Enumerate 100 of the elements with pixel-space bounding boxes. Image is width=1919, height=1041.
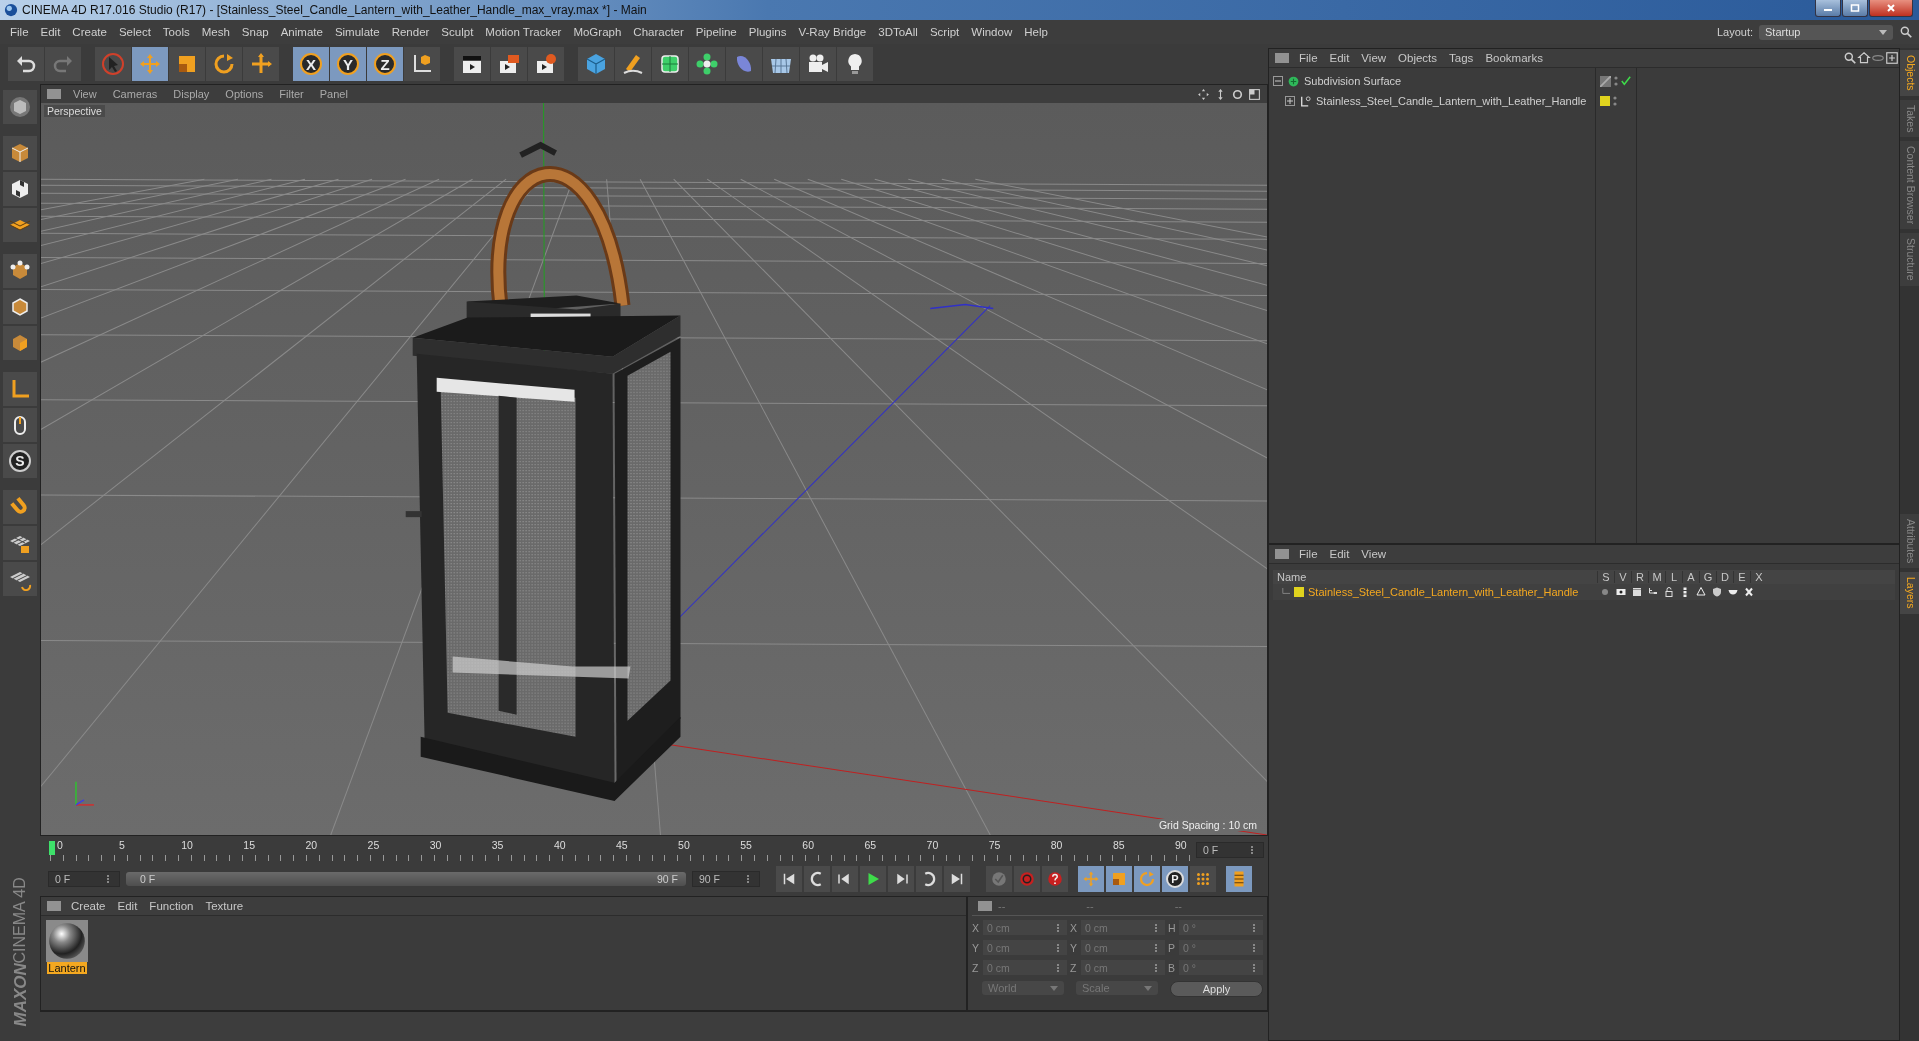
tree-expander[interactable]: [1273, 76, 1283, 86]
orbit-icon[interactable]: [1231, 87, 1244, 101]
viewport-menu-item[interactable]: Cameras: [108, 88, 168, 100]
toolbar-button[interactable]: [454, 47, 490, 81]
column-header[interactable]: D: [1716, 571, 1733, 583]
viewport-menu-item[interactable]: Display: [169, 88, 220, 100]
menu-item[interactable]: Pipeline: [689, 24, 743, 40]
snap-button[interactable]: S: [3, 444, 37, 478]
menu-item[interactable]: Create: [66, 24, 113, 40]
side-tab[interactable]: Layers: [1900, 572, 1919, 614]
panel-grip-handle[interactable]: [1275, 53, 1289, 63]
menu-item[interactable]: Window: [965, 24, 1019, 40]
timeline-ruler[interactable]: 0 5 10 15 20 25 30 35 40 45 50 55 60 65 70 75 80 85 90: [50, 839, 1190, 861]
layer-menu-item[interactable]: File: [1295, 548, 1326, 560]
menu-item[interactable]: Render: [385, 24, 436, 40]
eye-icon[interactable]: [1615, 586, 1627, 598]
object-menu-item[interactable]: Objects: [1394, 52, 1446, 64]
minimize-button[interactable]: [1815, 0, 1841, 17]
shield-icon[interactable]: [1711, 586, 1723, 598]
maximize-view-icon[interactable]: [1248, 87, 1261, 101]
menu-item[interactable]: Character: [627, 24, 690, 40]
current-frame-field[interactable]: 0 F: [1196, 842, 1264, 858]
apply-button[interactable]: Apply: [1170, 981, 1263, 997]
toolbar-button[interactable]: [689, 47, 725, 81]
object-menu-item[interactable]: File: [1295, 52, 1326, 64]
key-button[interactable]: [1190, 866, 1216, 892]
dot-icon[interactable]: [1599, 586, 1611, 598]
menu-item[interactable]: Animate: [274, 24, 329, 40]
column-header[interactable]: Name: [1273, 571, 1597, 583]
new-panel-icon[interactable]: [1885, 51, 1899, 65]
menu-item[interactable]: MoGraph: [567, 24, 628, 40]
tree-expander[interactable]: [1285, 96, 1295, 106]
object-name[interactable]: Stainless_Steel_Candle_Lantern_with_Leather_Handle: [1316, 95, 1587, 107]
tool-button[interactable]: [3, 526, 37, 560]
layout-dropdown[interactable]: Startup: [1759, 24, 1893, 40]
toolbar-button[interactable]: [800, 47, 836, 81]
material-menu-item[interactable]: Create: [67, 900, 114, 912]
key-button[interactable]: [1042, 866, 1068, 892]
playback-button[interactable]: [832, 866, 858, 892]
end-frame-field[interactable]: 90 F: [692, 871, 760, 887]
tool-button[interactable]: [3, 90, 37, 124]
maximize-button[interactable]: [1842, 0, 1868, 17]
column-header[interactable]: E: [1733, 571, 1750, 583]
check-icon[interactable]: [1621, 76, 1631, 86]
panel-grip-handle[interactable]: [47, 89, 61, 99]
search-icon[interactable]: [1899, 25, 1913, 39]
playback-button[interactable]: [916, 866, 942, 892]
key-button[interactable]: [1226, 866, 1252, 892]
visibility-dots-icon[interactable]: [1613, 95, 1617, 107]
clapperboard-icon[interactable]: [1631, 586, 1643, 598]
axis-lock-button[interactable]: Y: [330, 47, 366, 81]
material-menu-item[interactable]: Edit: [113, 900, 146, 912]
tool-button[interactable]: [3, 136, 37, 170]
viewport-menu-item[interactable]: Panel: [315, 88, 358, 100]
playback-button[interactable]: [776, 866, 802, 892]
key-button[interactable]: P: [1162, 866, 1188, 892]
playback-button[interactable]: [804, 866, 830, 892]
axis-lock-button[interactable]: Z: [367, 47, 403, 81]
menu-item[interactable]: Simulate: [328, 24, 386, 40]
column-header[interactable]: R: [1631, 571, 1648, 583]
tool-button[interactable]: [3, 562, 37, 596]
side-tab[interactable]: Objects: [1900, 50, 1919, 96]
menu-item[interactable]: File: [4, 24, 35, 40]
object-menu-item[interactable]: Tags: [1445, 52, 1482, 64]
column-header[interactable]: M: [1648, 571, 1665, 583]
material-swatch[interactable]: Lantern: [45, 920, 89, 974]
lock-icon[interactable]: [1663, 586, 1675, 598]
tool-button[interactable]: [3, 408, 37, 442]
menu-item[interactable]: Mesh: [195, 24, 236, 40]
object-menu-item[interactable]: View: [1357, 52, 1395, 64]
pyramid-icon[interactable]: [1695, 586, 1707, 598]
start-frame-field[interactable]: 0 F: [48, 871, 120, 887]
column-header[interactable]: A: [1682, 571, 1699, 583]
visibility-dots-icon[interactable]: [1614, 75, 1618, 87]
menu-item[interactable]: 3DToAll: [872, 24, 924, 40]
menu-item[interactable]: Sculpt: [435, 24, 480, 40]
viewport-menu-item[interactable]: Options: [221, 88, 274, 100]
toolbar-button[interactable]: [491, 47, 527, 81]
column-header[interactable]: V: [1614, 571, 1631, 583]
menu-item[interactable]: V-Ray Bridge: [792, 24, 873, 40]
menu-item[interactable]: Help: [1018, 24, 1054, 40]
x-icon[interactable]: [1743, 586, 1755, 598]
playback-button[interactable]: [888, 866, 914, 892]
object-menu-item[interactable]: Edit: [1325, 52, 1358, 64]
column-header[interactable]: S: [1597, 571, 1614, 583]
panel-grip-handle[interactable]: [978, 901, 992, 911]
object-menu-item[interactable]: Bookmarks: [1481, 52, 1551, 64]
toolbar-button[interactable]: [8, 47, 44, 81]
layer-color-swatch[interactable]: [1600, 96, 1610, 106]
layer-menu-item[interactable]: View: [1357, 548, 1395, 560]
tool-button[interactable]: [3, 254, 37, 288]
frame-range-slider[interactable]: 0 F 90 F: [126, 872, 686, 886]
object-name[interactable]: Subdivision Surface: [1304, 75, 1402, 87]
menu-item[interactable]: Edit: [34, 24, 67, 40]
material-menu-item[interactable]: Function: [145, 900, 202, 912]
playback-button[interactable]: [860, 866, 886, 892]
menu-item[interactable]: Motion Tracker: [479, 24, 568, 40]
tool-button[interactable]: [3, 172, 37, 206]
axis-lock-button[interactable]: X: [293, 47, 329, 81]
viewport-menu-item[interactable]: View: [69, 88, 107, 100]
